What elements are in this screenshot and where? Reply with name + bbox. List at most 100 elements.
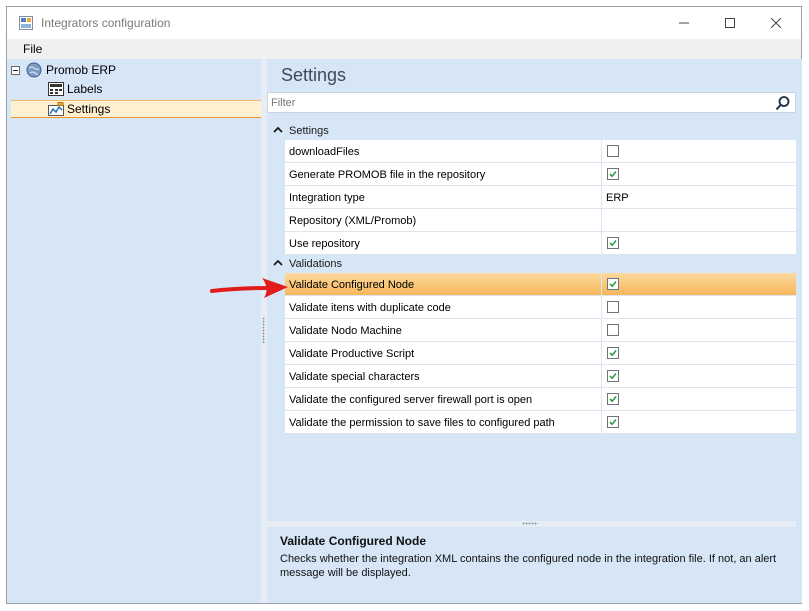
property-name: Validate special characters: [285, 365, 602, 388]
maximize-icon: [725, 18, 735, 28]
property-row[interactable]: Integration type ERP: [267, 186, 796, 209]
title-bar: Integrators configuration: [7, 7, 801, 39]
integrators-window: Integrators configuration File Promob ER…: [6, 6, 802, 604]
property-checkbox[interactable]: [607, 145, 619, 157]
chevron-up-icon[interactable]: [273, 125, 283, 135]
property-gutter: [267, 140, 285, 163]
filter-input[interactable]: [271, 95, 761, 110]
minimize-button[interactable]: [661, 7, 707, 39]
property-row[interactable]: Validate the permission to save files to…: [267, 411, 796, 434]
description-text: Checks whether the integration XML conta…: [280, 553, 777, 579]
tree-label-promob-erp: Promob ERP: [46, 63, 117, 77]
property-name: Validate the configured server firewall …: [285, 388, 602, 411]
property-name: downloadFiles: [285, 140, 602, 163]
property-name: Validate Nodo Machine: [285, 319, 602, 342]
menu-file[interactable]: File: [23, 42, 42, 56]
property-value[interactable]: ERP: [602, 186, 796, 209]
category-header[interactable]: Settings: [267, 122, 796, 140]
property-checkbox[interactable]: [607, 237, 619, 249]
property-row[interactable]: Validate Nodo Machine: [267, 319, 796, 342]
property-row[interactable]: Validate Configured Node: [267, 273, 796, 296]
property-gutter: [267, 411, 285, 434]
panel-heading: Settings: [281, 65, 347, 85]
collapse-icon[interactable]: [11, 65, 20, 75]
property-gutter: [267, 163, 285, 186]
checkmark-icon: [609, 170, 617, 178]
property-gutter: [267, 186, 285, 209]
property-checkbox[interactable]: [607, 278, 619, 290]
menu-bar: File: [7, 39, 801, 59]
category-label: Settings: [289, 125, 329, 137]
annotation-arrow-icon: [210, 278, 288, 298]
property-checkbox[interactable]: [607, 370, 619, 382]
property-value[interactable]: [602, 296, 796, 319]
property-checkbox[interactable]: [607, 416, 619, 428]
property-gutter: [267, 365, 285, 388]
category-header[interactable]: Validations: [267, 255, 796, 273]
property-name: Validate itens with duplicate code: [285, 296, 602, 319]
tree-item-labels[interactable]: Labels: [48, 80, 102, 98]
tree-label-settings: Settings: [67, 102, 111, 116]
property-row[interactable]: Validate the configured server firewall …: [267, 388, 796, 411]
category-label: Validations: [289, 258, 342, 270]
settings-panel: Settings Settings downloadFilesGenerate P…: [267, 59, 802, 603]
property-name: Validate Configured Node: [285, 273, 602, 296]
property-name: Validate Productive Script: [285, 342, 602, 365]
navigation-tree: Promob ERP Labels Settings: [7, 59, 262, 603]
globe-icon: [26, 62, 42, 78]
property-value[interactable]: [602, 140, 796, 163]
tree-item-promob-erp[interactable]: Promob ERP: [11, 61, 116, 79]
property-row[interactable]: Use repository: [267, 232, 796, 255]
property-value[interactable]: [602, 232, 796, 255]
close-button[interactable]: [753, 7, 799, 39]
property-checkbox[interactable]: [607, 347, 619, 359]
property-gutter: [267, 319, 285, 342]
property-value[interactable]: [602, 209, 796, 232]
settings-icon: [48, 102, 64, 116]
property-row[interactable]: downloadFiles: [267, 140, 796, 163]
property-name: Integration type: [285, 186, 602, 209]
property-name: Generate PROMOB file in the repository: [285, 163, 602, 186]
property-gutter: [267, 342, 285, 365]
property-name: Use repository: [285, 232, 602, 255]
description-title: Validate Configured Node: [280, 534, 427, 548]
property-checkbox[interactable]: [607, 393, 619, 405]
checkmark-icon: [609, 372, 617, 380]
window-title: Integrators configuration: [41, 16, 171, 30]
property-name: Repository (XML/Promob): [285, 209, 602, 232]
checkmark-icon: [609, 280, 617, 288]
property-checkbox[interactable]: [607, 324, 619, 336]
property-value[interactable]: [602, 388, 796, 411]
search-icon[interactable]: [775, 95, 791, 111]
splitter-grip[interactable]: [262, 317, 265, 343]
property-name: Validate the permission to save files to…: [285, 411, 602, 434]
property-row[interactable]: Validate special characters: [267, 365, 796, 388]
property-value[interactable]: [602, 319, 796, 342]
description-splitter-grip[interactable]: [522, 522, 538, 525]
tree-label-labels: Labels: [67, 82, 103, 96]
checkmark-icon: [609, 395, 617, 403]
property-value[interactable]: [602, 365, 796, 388]
app-icon: [19, 16, 33, 30]
property-checkbox[interactable]: [607, 301, 619, 313]
property-row[interactable]: Repository (XML/Promob): [267, 209, 796, 232]
property-gutter: [267, 388, 285, 411]
property-value[interactable]: [602, 273, 796, 296]
close-icon: [771, 18, 781, 28]
maximize-button[interactable]: [707, 7, 753, 39]
property-value[interactable]: [602, 342, 796, 365]
property-row[interactable]: Validate Productive Script: [267, 342, 796, 365]
property-gutter: [267, 232, 285, 255]
description-pane: Validate Configured Node Checks whether …: [267, 527, 796, 603]
property-row[interactable]: Validate itens with duplicate code: [267, 296, 796, 319]
property-row[interactable]: Generate PROMOB file in the repository: [267, 163, 796, 186]
property-value[interactable]: [602, 411, 796, 434]
chevron-up-icon[interactable]: [273, 258, 283, 268]
checkmark-icon: [609, 239, 617, 247]
checkmark-icon: [609, 418, 617, 426]
property-grid: Settings downloadFiles Generate PROMOB fil…: [267, 122, 796, 434]
tree-item-settings[interactable]: Settings: [48, 100, 110, 118]
labels-icon: [48, 82, 64, 96]
property-value[interactable]: [602, 163, 796, 186]
property-checkbox[interactable]: [607, 168, 619, 180]
